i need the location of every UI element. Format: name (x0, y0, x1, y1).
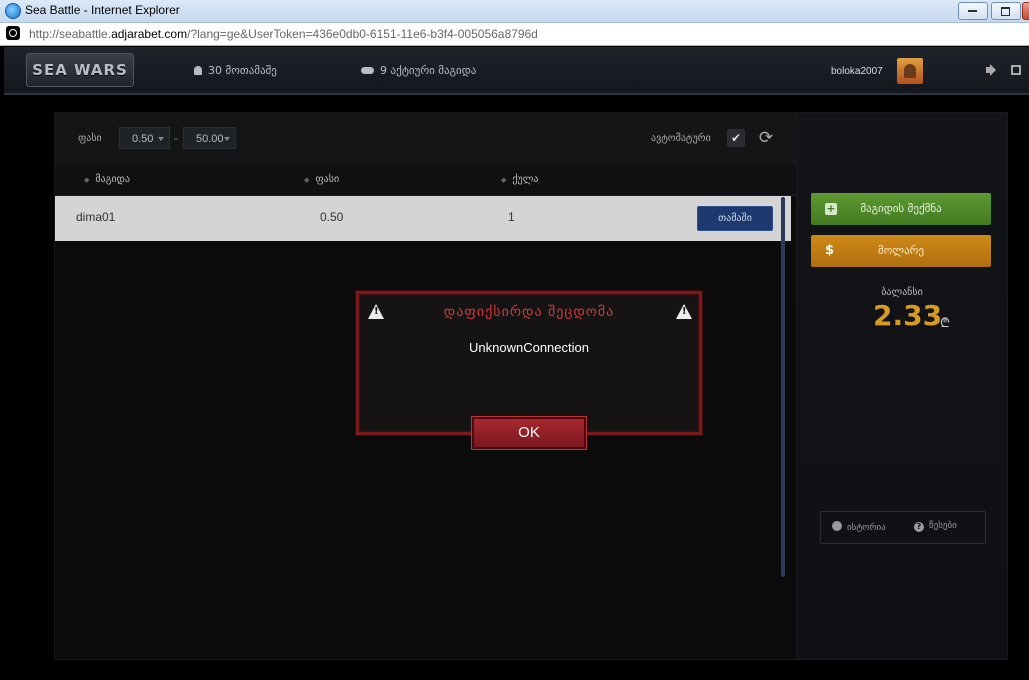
min-price-select[interactable]: 0.50 (119, 127, 170, 149)
auto-label: ავტომატური (651, 133, 711, 144)
question-icon: ? (914, 522, 924, 532)
browser-title-bar: Sea Battle - Internet Explorer (0, 0, 1029, 23)
column-header-score[interactable]: ◆ ქულა (501, 174, 538, 185)
cashier-button[interactable]: $ მოლარე (811, 235, 991, 267)
address-bar[interactable]: http://seabattle.adjarabet.com/?lang=ge&… (0, 23, 1029, 46)
sort-icon: ◆ (501, 176, 507, 184)
refresh-icon[interactable]: ⟳ (755, 127, 777, 149)
history-link[interactable]: ისტორია (832, 521, 886, 533)
site-icon (6, 26, 20, 40)
table-name-cell: dima01 (76, 210, 116, 224)
close-window-button[interactable] (1022, 2, 1029, 20)
ok-button[interactable]: OK (472, 417, 586, 449)
error-message: UnknownConnection (469, 340, 589, 355)
sea-wars-logo: SEA WARS (26, 53, 134, 87)
chevron-down-icon (224, 137, 230, 141)
balance-label: ბალანსი (881, 287, 923, 298)
maximize-button[interactable] (991, 2, 1021, 20)
score-cell: 1 (508, 210, 515, 224)
plus-icon: + (825, 202, 837, 215)
window-title: Sea Battle - Internet Explorer (25, 3, 180, 17)
column-header-price[interactable]: ◆ ფასი (304, 174, 339, 185)
active-tables-count: 9 აქტიური მაგიდა (361, 64, 476, 77)
warning-icon (676, 304, 692, 319)
avatar[interactable] (897, 58, 923, 84)
balance-value: 2.33 (873, 299, 943, 332)
max-price-select[interactable]: 50.00 (183, 127, 236, 149)
user-icon (194, 66, 202, 75)
sound-icon[interactable] (986, 64, 996, 76)
currency-symbol: ₾ (940, 316, 951, 331)
internet-explorer-icon (5, 3, 21, 19)
rules-link[interactable]: ? წესები (914, 521, 957, 532)
gamepad-icon (361, 67, 374, 74)
error-dialog: დაფიქსირდა შეცდომა UnknownConnection (356, 291, 702, 435)
username: boloka2007 (831, 66, 883, 77)
sort-icon: ◆ (84, 176, 90, 184)
auto-checkbox[interactable]: ✔ (727, 129, 745, 147)
scrollbar[interactable] (781, 197, 785, 577)
price-cell: 0.50 (320, 210, 344, 224)
price-filter-label: ფასი (78, 133, 102, 144)
table-row[interactable]: dima01 0.50 1 თამაში (55, 196, 791, 241)
clock-icon (832, 521, 842, 531)
column-header-table[interactable]: ◆ მაგიდა (84, 174, 130, 185)
sort-icon: ◆ (304, 176, 310, 184)
game-header: SEA WARS 30 მოთამაშე 9 აქტიური მაგიდა bo… (4, 47, 1029, 95)
players-count: 30 მოთამაშე (194, 64, 277, 77)
table-header: ◆ მაგიდა ◆ ფასი ◆ ქულა (55, 165, 797, 196)
chevron-down-icon (158, 137, 164, 141)
create-table-button[interactable]: + მაგიდის შექმნა (811, 193, 991, 225)
dollar-icon: $ (825, 243, 835, 258)
play-button[interactable]: თამაში (697, 206, 773, 231)
fullscreen-icon[interactable] (1011, 65, 1021, 75)
filter-bar: ფასი 0.50 - 50.00 ავტომატური ✔ ⟳ (55, 113, 797, 165)
url-text[interactable]: http://seabattle.adjarabet.com/?lang=ge&… (29, 27, 538, 41)
error-title: დაფიქსირდა შეცდომა (443, 304, 615, 320)
footer-links: ისტორია ? წესები (820, 511, 986, 544)
right-sidebar: + მაგიდის შექმნა $ მოლარე ბალანსი 2.33 ₾… (796, 112, 1008, 660)
minimize-button[interactable] (958, 2, 988, 20)
range-dash: - (174, 132, 178, 145)
